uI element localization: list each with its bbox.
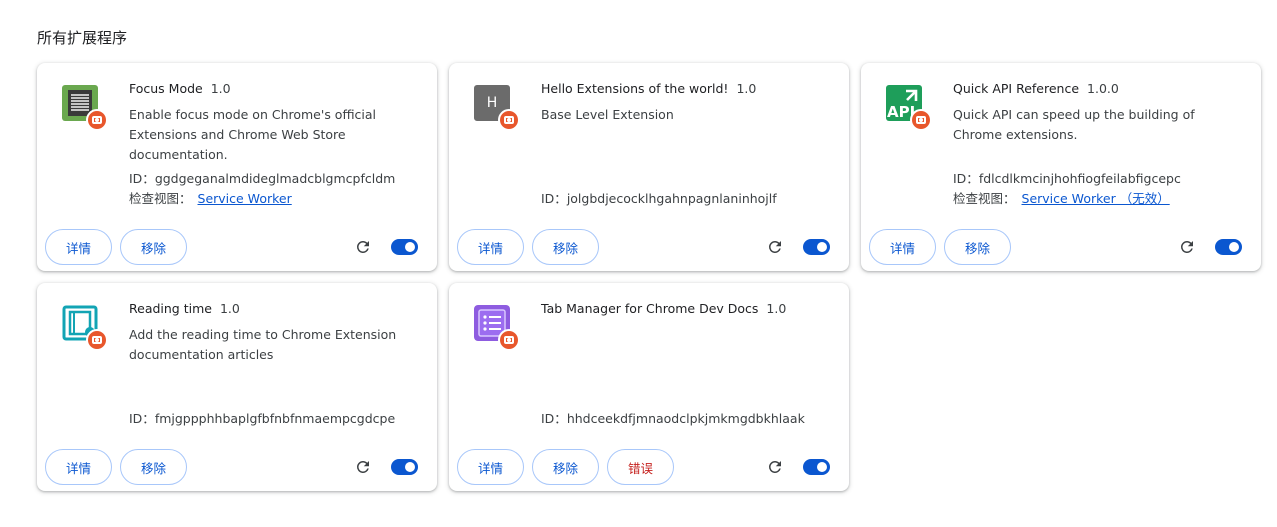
developer-mode-badge-icon (498, 109, 520, 131)
inspect-views: 检查视图： Service Worker （无效） (953, 191, 1170, 206)
extension-icon-wrap: H (474, 85, 520, 131)
extension-version: 1.0 (210, 81, 231, 96)
extension-id: ID：hhdceekdfjmnaodclpkjmkmgdbkhlaak (541, 411, 805, 426)
errors-button[interactable]: 错误 (607, 449, 674, 485)
extension-description: Add the reading time to Chrome Extension… (129, 327, 397, 362)
extension-icon-wrap (62, 305, 108, 351)
extension-version: 1.0 (736, 81, 757, 96)
extension-card-quick-api-reference: API Quick API Reference 1.0.0 Quick API c… (861, 63, 1261, 271)
developer-mode-badge-icon (86, 329, 108, 351)
extension-name: Hello Extensions of the world! (541, 81, 729, 96)
section-title: 所有扩展程序 (37, 29, 128, 47)
developer-mode-badge-icon (910, 109, 932, 131)
remove-button[interactable]: 移除 (120, 449, 187, 485)
enable-toggle[interactable] (803, 459, 830, 475)
extension-version: 1.0 (766, 301, 787, 316)
enable-toggle[interactable] (1215, 239, 1242, 255)
extension-version: 1.0 (219, 301, 240, 316)
extension-card-hello-extensions: H Hello Extensions of the world! 1.0 Base… (449, 63, 849, 271)
remove-button[interactable]: 移除 (120, 229, 187, 265)
extension-version: 1.0.0 (1087, 81, 1119, 96)
developer-mode-badge-icon (86, 109, 108, 131)
remove-button[interactable]: 移除 (532, 449, 599, 485)
remove-button[interactable]: 移除 (944, 229, 1011, 265)
extension-description: Enable focus mode on Chrome's official E… (129, 107, 377, 162)
extension-id: ID：jolgbdjecocklhgahnpagnlaninhojlf (541, 191, 777, 206)
details-button[interactable]: 详情 (45, 229, 112, 265)
reload-icon[interactable] (1178, 238, 1196, 256)
reload-icon[interactable] (354, 458, 372, 476)
extension-card-focus-mode: Focus Mode 1.0 Enable focus mode on Chrom… (37, 63, 437, 271)
extension-id: ID：fdlcdlkmcinjhohfiogfeilabfigcepc (953, 171, 1181, 186)
extension-id: ID：ggdgeganalmdideglmadcblgmcpfcldm (129, 171, 396, 186)
extension-card-reading-time: Reading time 1.0 Add the reading time to … (37, 283, 437, 491)
reload-icon[interactable] (766, 458, 784, 476)
details-button[interactable]: 详情 (45, 449, 112, 485)
service-worker-link[interactable]: Service Worker (198, 191, 292, 206)
extension-description: Quick API can speed up the building of C… (953, 107, 1195, 142)
enable-toggle[interactable] (391, 239, 418, 255)
extension-icon-wrap (62, 85, 108, 131)
enable-toggle[interactable] (803, 239, 830, 255)
inspect-views: 检查视图： Service Worker (129, 191, 292, 206)
extension-id: ID：fmjgppphhbaplgfbfnbfnmaempcgdcpe (129, 411, 396, 426)
details-button[interactable]: 详情 (457, 229, 524, 265)
extension-name: Reading time (129, 301, 212, 316)
reload-icon[interactable] (354, 238, 372, 256)
extension-name: Quick API Reference (953, 81, 1080, 96)
details-button[interactable]: 详情 (457, 449, 524, 485)
details-button[interactable]: 详情 (869, 229, 936, 265)
extension-description: Base Level Extension (541, 107, 674, 122)
extension-name: Focus Mode (129, 81, 203, 96)
enable-toggle[interactable] (391, 459, 418, 475)
service-worker-link[interactable]: Service Worker （无效） (1022, 191, 1170, 206)
extension-icon-wrap (474, 305, 520, 351)
extension-icon-wrap: API (886, 85, 932, 131)
developer-mode-badge-icon (498, 329, 520, 351)
remove-button[interactable]: 移除 (532, 229, 599, 265)
extension-name: Tab Manager for Chrome Dev Docs (541, 301, 759, 316)
extension-card-tab-manager: Tab Manager for Chrome Dev Docs 1.0 ID：hh… (449, 283, 849, 491)
reload-icon[interactable] (766, 238, 784, 256)
